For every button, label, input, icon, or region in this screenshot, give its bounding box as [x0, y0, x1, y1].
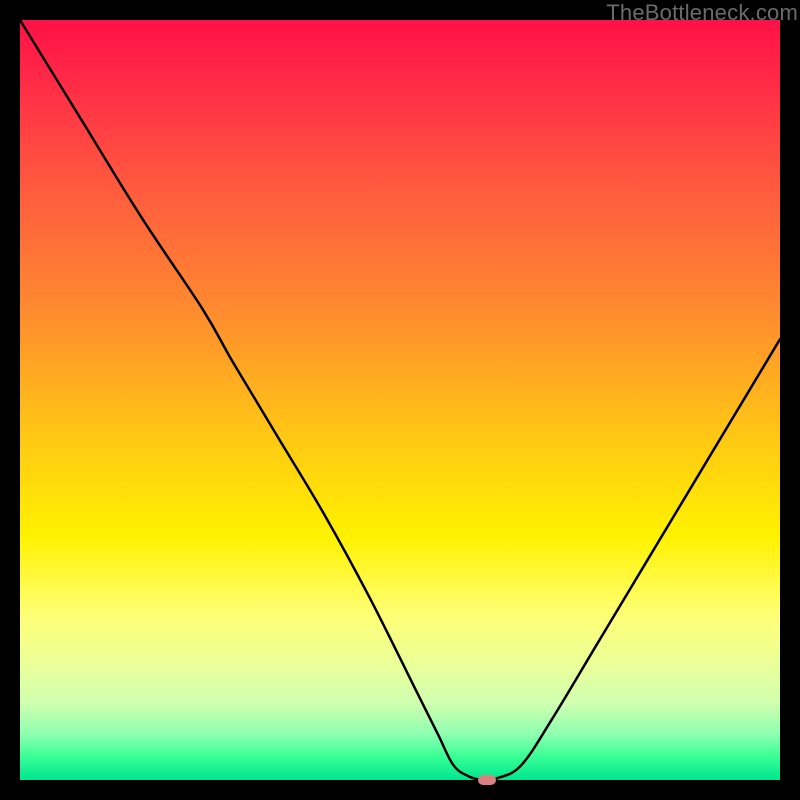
watermark-text: TheBottleneck.com [606, 0, 798, 26]
bottleneck-curve [20, 20, 780, 780]
optimum-marker [478, 775, 496, 785]
chart-container: TheBottleneck.com [0, 0, 800, 800]
plot-area [20, 20, 780, 780]
